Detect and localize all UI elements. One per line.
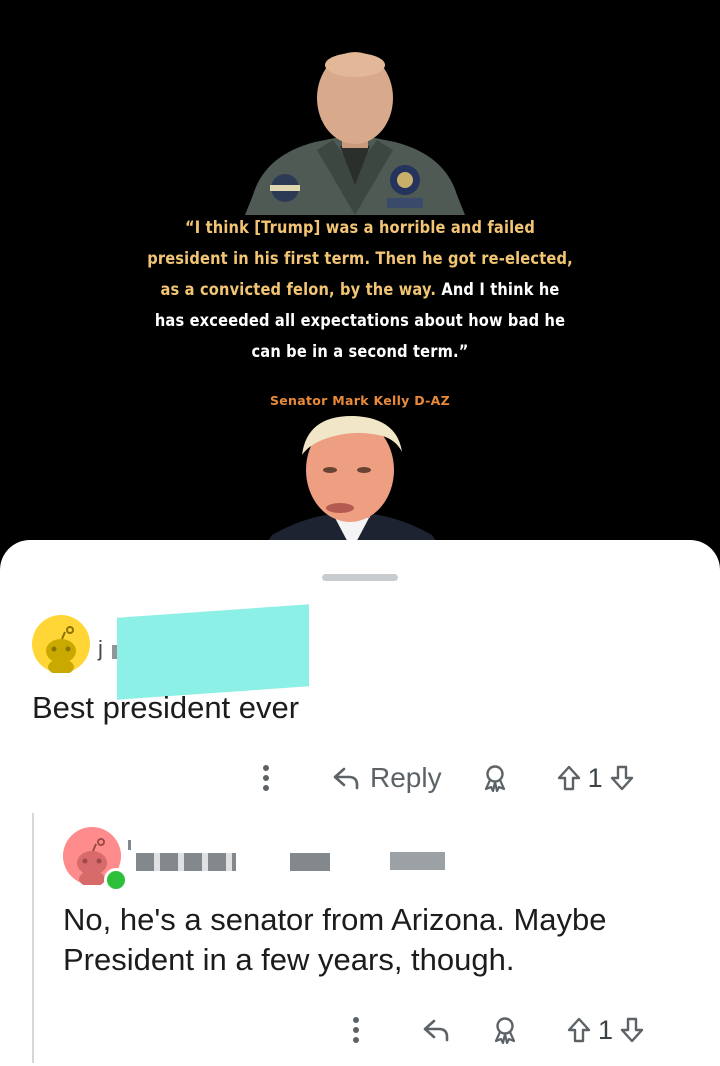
comments-sheet: j Best president ever Reply 1 No, he's a… bbox=[0, 540, 720, 1066]
more-options-button[interactable] bbox=[262, 764, 282, 792]
upvote-button[interactable] bbox=[566, 1016, 592, 1044]
downvote-icon bbox=[619, 1016, 645, 1044]
snoo-avatar-icon bbox=[46, 626, 76, 675]
comment-text: Best president ever bbox=[32, 690, 300, 725]
online-status-dot bbox=[104, 868, 128, 892]
more-options-button[interactable] bbox=[352, 1016, 372, 1044]
upvote-button[interactable] bbox=[556, 764, 582, 792]
award-button[interactable] bbox=[492, 1016, 518, 1044]
reply-icon bbox=[422, 1018, 450, 1042]
upvote-icon bbox=[566, 1016, 592, 1044]
redaction-overlay bbox=[117, 604, 309, 700]
thread-line[interactable] bbox=[32, 813, 34, 1063]
sheet-drag-handle[interactable] bbox=[322, 574, 398, 581]
downvote-icon bbox=[609, 764, 635, 792]
quote-attribution: Senator Mark Kelly D-AZ bbox=[269, 393, 451, 408]
redacted-username bbox=[290, 853, 330, 871]
reply-button[interactable] bbox=[422, 1018, 450, 1042]
reply-button[interactable]: Reply bbox=[332, 762, 442, 794]
comment-username[interactable]: j bbox=[98, 636, 103, 662]
comment-actions: Reply 1 bbox=[262, 758, 635, 798]
screen: “I think [Trump] was a horrible and fail… bbox=[0, 0, 720, 1066]
vote-count: 1 bbox=[598, 1014, 614, 1045]
quote-text: “I think [Trump] was a horrible and fail… bbox=[145, 213, 575, 368]
post-image[interactable]: “I think [Trump] was a horrible and fail… bbox=[0, 0, 720, 600]
award-button[interactable] bbox=[482, 764, 508, 792]
mark-kelly-portrait bbox=[245, 52, 465, 215]
downvote-button[interactable] bbox=[609, 764, 635, 792]
award-icon bbox=[482, 764, 508, 792]
redacted-username bbox=[128, 840, 131, 850]
award-icon bbox=[492, 1016, 518, 1044]
comment-actions: 1 bbox=[352, 1010, 645, 1050]
avatar[interactable] bbox=[32, 615, 90, 675]
downvote-button[interactable] bbox=[619, 1016, 645, 1044]
comment-text: No, he's a senator from Arizona. Maybe P… bbox=[63, 902, 607, 977]
redacted-username bbox=[136, 853, 236, 871]
reply-icon bbox=[332, 766, 360, 790]
trump-portrait bbox=[262, 415, 442, 550]
upvote-icon bbox=[556, 764, 582, 792]
redacted-username bbox=[390, 852, 445, 870]
more-icon bbox=[262, 764, 270, 792]
more-icon bbox=[352, 1016, 360, 1044]
vote-count: 1 bbox=[587, 762, 603, 793]
reply-label: Reply bbox=[370, 762, 442, 793]
